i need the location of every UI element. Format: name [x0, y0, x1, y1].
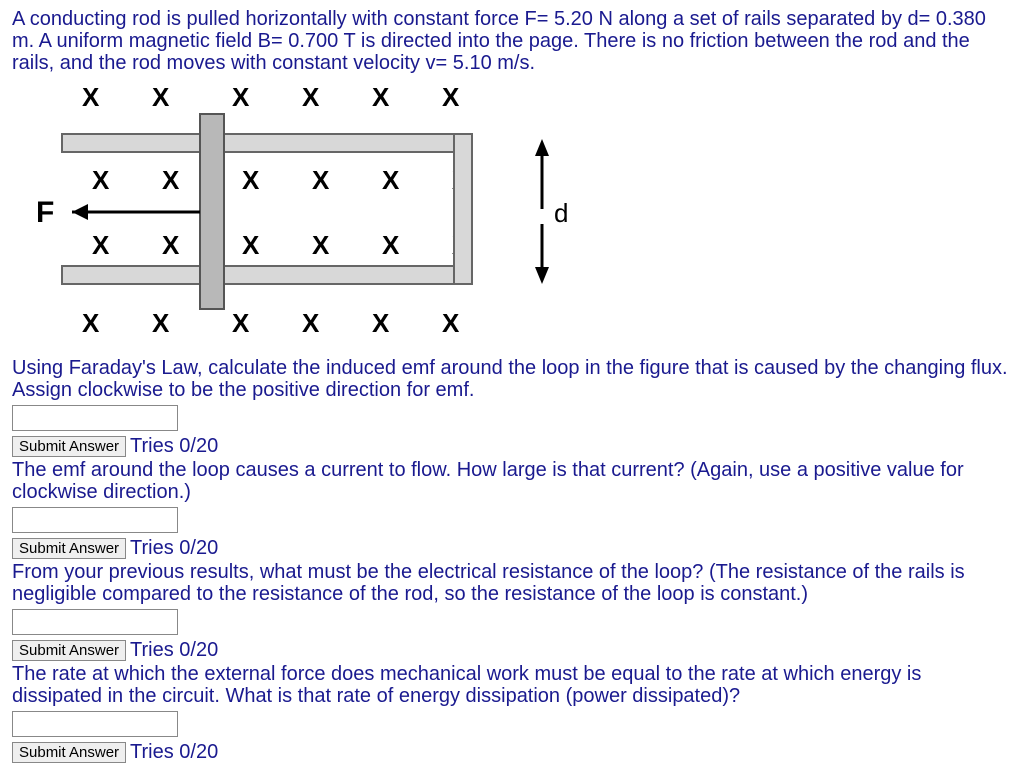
svg-text:X: X [372, 308, 390, 338]
svg-text:X: X [162, 230, 180, 260]
svg-text:X: X [442, 84, 460, 112]
svg-text:X: X [152, 84, 170, 112]
svg-text:X: X [82, 308, 100, 338]
svg-text:X: X [372, 84, 390, 112]
svg-text:X: X [382, 230, 400, 260]
svg-text:X: X [382, 165, 400, 195]
submit-button-2[interactable]: Submit Answer [12, 538, 126, 559]
d-label: d [554, 198, 568, 228]
question-4-text: The rate at which the external force doe… [12, 663, 1012, 707]
problem-intro: A conducting rod is pulled horizontally … [12, 8, 1012, 74]
svg-text:X: X [302, 84, 320, 112]
question-2-text: The emf around the loop causes a current… [12, 459, 1012, 503]
svg-text:X: X [242, 165, 260, 195]
svg-text:X: X [162, 165, 180, 195]
svg-text:X: X [302, 308, 320, 338]
question-3-text: From your previous results, what must be… [12, 561, 1012, 605]
tries-1: Tries 0/20 [130, 435, 218, 457]
svg-text:X: X [242, 230, 260, 260]
svg-text:X: X [312, 165, 330, 195]
force-label: F [36, 196, 54, 229]
submit-button-4[interactable]: Submit Answer [12, 742, 126, 763]
svg-text:X: X [82, 84, 100, 112]
svg-text:X: X [232, 84, 250, 112]
answer-input-1[interactable] [12, 405, 178, 431]
svg-text:X: X [92, 165, 110, 195]
svg-text:X: X [92, 230, 110, 260]
question-1-text: Using Faraday's Law, calculate the induc… [12, 357, 1012, 401]
submit-button-1[interactable]: Submit Answer [12, 436, 126, 457]
svg-text:X: X [442, 308, 460, 338]
submit-button-3[interactable]: Submit Answer [12, 640, 126, 661]
svg-text:X: X [152, 308, 170, 338]
answer-input-4[interactable] [12, 711, 178, 737]
svg-text:X: X [232, 308, 250, 338]
physics-diagram: XXXXXX XXXXXX XXXXXX XXXXXX F d [32, 84, 592, 344]
answer-input-2[interactable] [12, 507, 178, 533]
tries-2: Tries 0/20 [130, 537, 218, 559]
svg-text:X: X [312, 230, 330, 260]
answer-input-3[interactable] [12, 609, 178, 635]
tries-4: Tries 0/20 [130, 741, 218, 763]
tries-3: Tries 0/20 [130, 639, 218, 661]
